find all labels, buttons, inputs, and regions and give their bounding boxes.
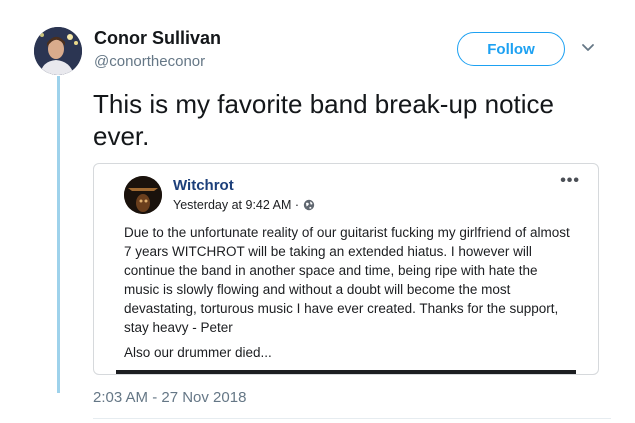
- tweet-text: This is my favorite band break-up notice…: [93, 89, 554, 151]
- divider: [93, 418, 611, 419]
- chevron-down-icon[interactable]: [580, 42, 596, 54]
- tweet-timestamp[interactable]: 2:03 AM - 27 Nov 2018: [93, 389, 246, 406]
- follow-button[interactable]: Follow: [457, 32, 565, 66]
- post-time[interactable]: Yesterday at 9:42 AM ·: [173, 198, 299, 212]
- card-bottom-edge: [116, 370, 576, 374]
- page-name[interactable]: Witchrot: [173, 177, 234, 194]
- author-handle[interactable]: @conortheconor: [94, 53, 205, 70]
- post-paragraph: Also our drummer died...: [124, 345, 272, 360]
- globe-icon: [303, 199, 315, 211]
- embedded-post-card: Witchrot Yesterday at 9:42 AM · ••• Due …: [93, 163, 599, 375]
- author-name[interactable]: Conor Sullivan: [94, 28, 221, 49]
- post-meta: Yesterday at 9:42 AM ·: [173, 198, 315, 212]
- post-body: Due to the unfortunate reality of our gu…: [124, 223, 574, 368]
- post-paragraph: Due to the unfortunate reality of our gu…: [124, 225, 570, 335]
- page-avatar[interactable]: [124, 176, 162, 214]
- more-horizontal-icon[interactable]: •••: [560, 172, 580, 190]
- thread-line: [57, 76, 60, 393]
- author-avatar[interactable]: [34, 27, 82, 75]
